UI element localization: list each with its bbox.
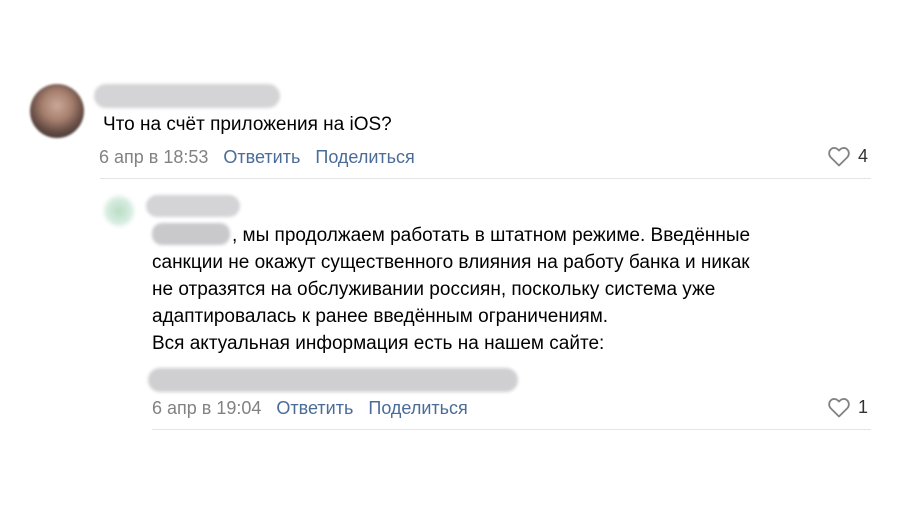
like-count: 4 bbox=[857, 146, 868, 166]
like-count: 1 bbox=[857, 397, 868, 417]
reply-text: , мы продолжаем работать в штатном режим… bbox=[152, 222, 882, 357]
comment-meta: 6 апр в 18:53 Ответить Поделиться bbox=[99, 146, 415, 168]
addressee-name-redacted[interactable] bbox=[152, 223, 230, 245]
reply-author-name-redacted[interactable] bbox=[146, 195, 240, 217]
reply-avatar[interactable] bbox=[104, 196, 134, 226]
comment-text: Что на счёт приложения на iOS? bbox=[103, 114, 392, 135]
heart-outline-icon bbox=[828, 398, 850, 418]
comment-date[interactable]: 6 апр в 18:53 bbox=[99, 147, 208, 167]
reply-text-line: санкции не окажут существенного влияния … bbox=[152, 252, 750, 273]
share-button[interactable]: Поделиться bbox=[315, 147, 414, 167]
reply-text-line: Вся актуальная информация есть на нашем … bbox=[152, 333, 605, 354]
author-name-redacted[interactable] bbox=[94, 84, 280, 108]
reply-date[interactable]: 6 апр в 19:04 bbox=[152, 398, 261, 418]
reply-meta: 6 апр в 19:04 Ответить Поделиться bbox=[152, 397, 468, 419]
divider bbox=[100, 178, 871, 179]
reply-like-button[interactable]: 1 bbox=[826, 396, 868, 418]
website-link-redacted[interactable] bbox=[148, 368, 518, 392]
reply-button[interactable]: Ответить bbox=[223, 147, 300, 167]
avatar[interactable] bbox=[30, 84, 84, 138]
reply-reply-button[interactable]: Ответить bbox=[276, 398, 353, 418]
reply-share-button[interactable]: Поделиться bbox=[368, 398, 467, 418]
divider bbox=[152, 429, 871, 430]
heart-outline-icon bbox=[828, 147, 850, 167]
reply-text-line: не отразятся на обслуживании россиян, по… bbox=[152, 279, 716, 300]
reply-text-line: , мы продолжаем работать в штатном режим… bbox=[232, 225, 751, 246]
like-button[interactable]: 4 bbox=[826, 145, 868, 167]
reply-text-line: адаптировалась к ранее введённым огранич… bbox=[152, 306, 609, 327]
